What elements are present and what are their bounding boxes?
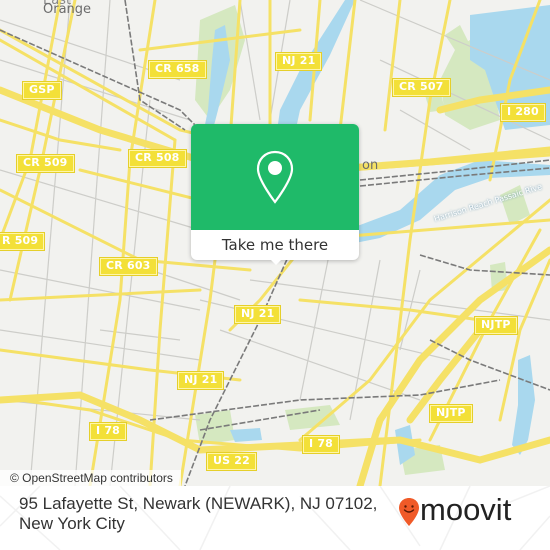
- route-shield-us22: US 22: [206, 452, 257, 471]
- popup-header: [191, 124, 359, 230]
- take-me-there-popup[interactable]: Take me there: [191, 124, 359, 265]
- route-shield-gsp: GSP: [22, 81, 62, 100]
- map-view[interactable]: East Orange on Harrison Reach Passaic Ri…: [0, 0, 550, 486]
- route-shield-cr658: CR 658: [148, 60, 207, 79]
- take-me-there-button[interactable]: Take me there: [191, 230, 359, 260]
- moovit-logo[interactable]: moovit: [398, 492, 538, 536]
- map-pin-icon: [256, 150, 294, 204]
- footer-bar: 95 Lafayette St, Newark (NEWARK), NJ 071…: [0, 486, 550, 550]
- route-shield-cr603: CR 603: [99, 257, 158, 276]
- route-shield-njtp-b: NJTP: [429, 404, 473, 423]
- route-shield-i78-west: I 78: [88, 422, 128, 441]
- route-shield-cr507: CR 507: [392, 78, 451, 97]
- moovit-pin-smile-icon: [399, 498, 419, 526]
- place-label-harrison: on: [362, 158, 379, 173]
- route-shield-njtp-a: NJTP: [474, 316, 518, 335]
- route-shield-cr509: CR 509: [16, 154, 75, 173]
- route-shield-nj21-south: NJ 21: [176, 371, 225, 390]
- moovit-wordmark: moovit: [420, 492, 512, 527]
- route-shield-i78-east: I 78: [301, 435, 341, 454]
- map-attribution[interactable]: © OpenStreetMap contributors: [0, 470, 181, 486]
- route-shield-nj21: NJ 21: [274, 52, 323, 71]
- route-shield-cr509-b: R 509: [0, 232, 46, 251]
- route-shield-cr508: CR 508: [128, 149, 187, 168]
- address-text: 95 Lafayette St, Newark (NEWARK), NJ 071…: [19, 494, 378, 533]
- place-label-east-orange: Orange: [43, 2, 92, 17]
- popup-pointer: [269, 258, 283, 265]
- route-shield-nj21-mid: NJ 21: [233, 305, 282, 324]
- route-shield-i280: I 280: [500, 103, 546, 122]
